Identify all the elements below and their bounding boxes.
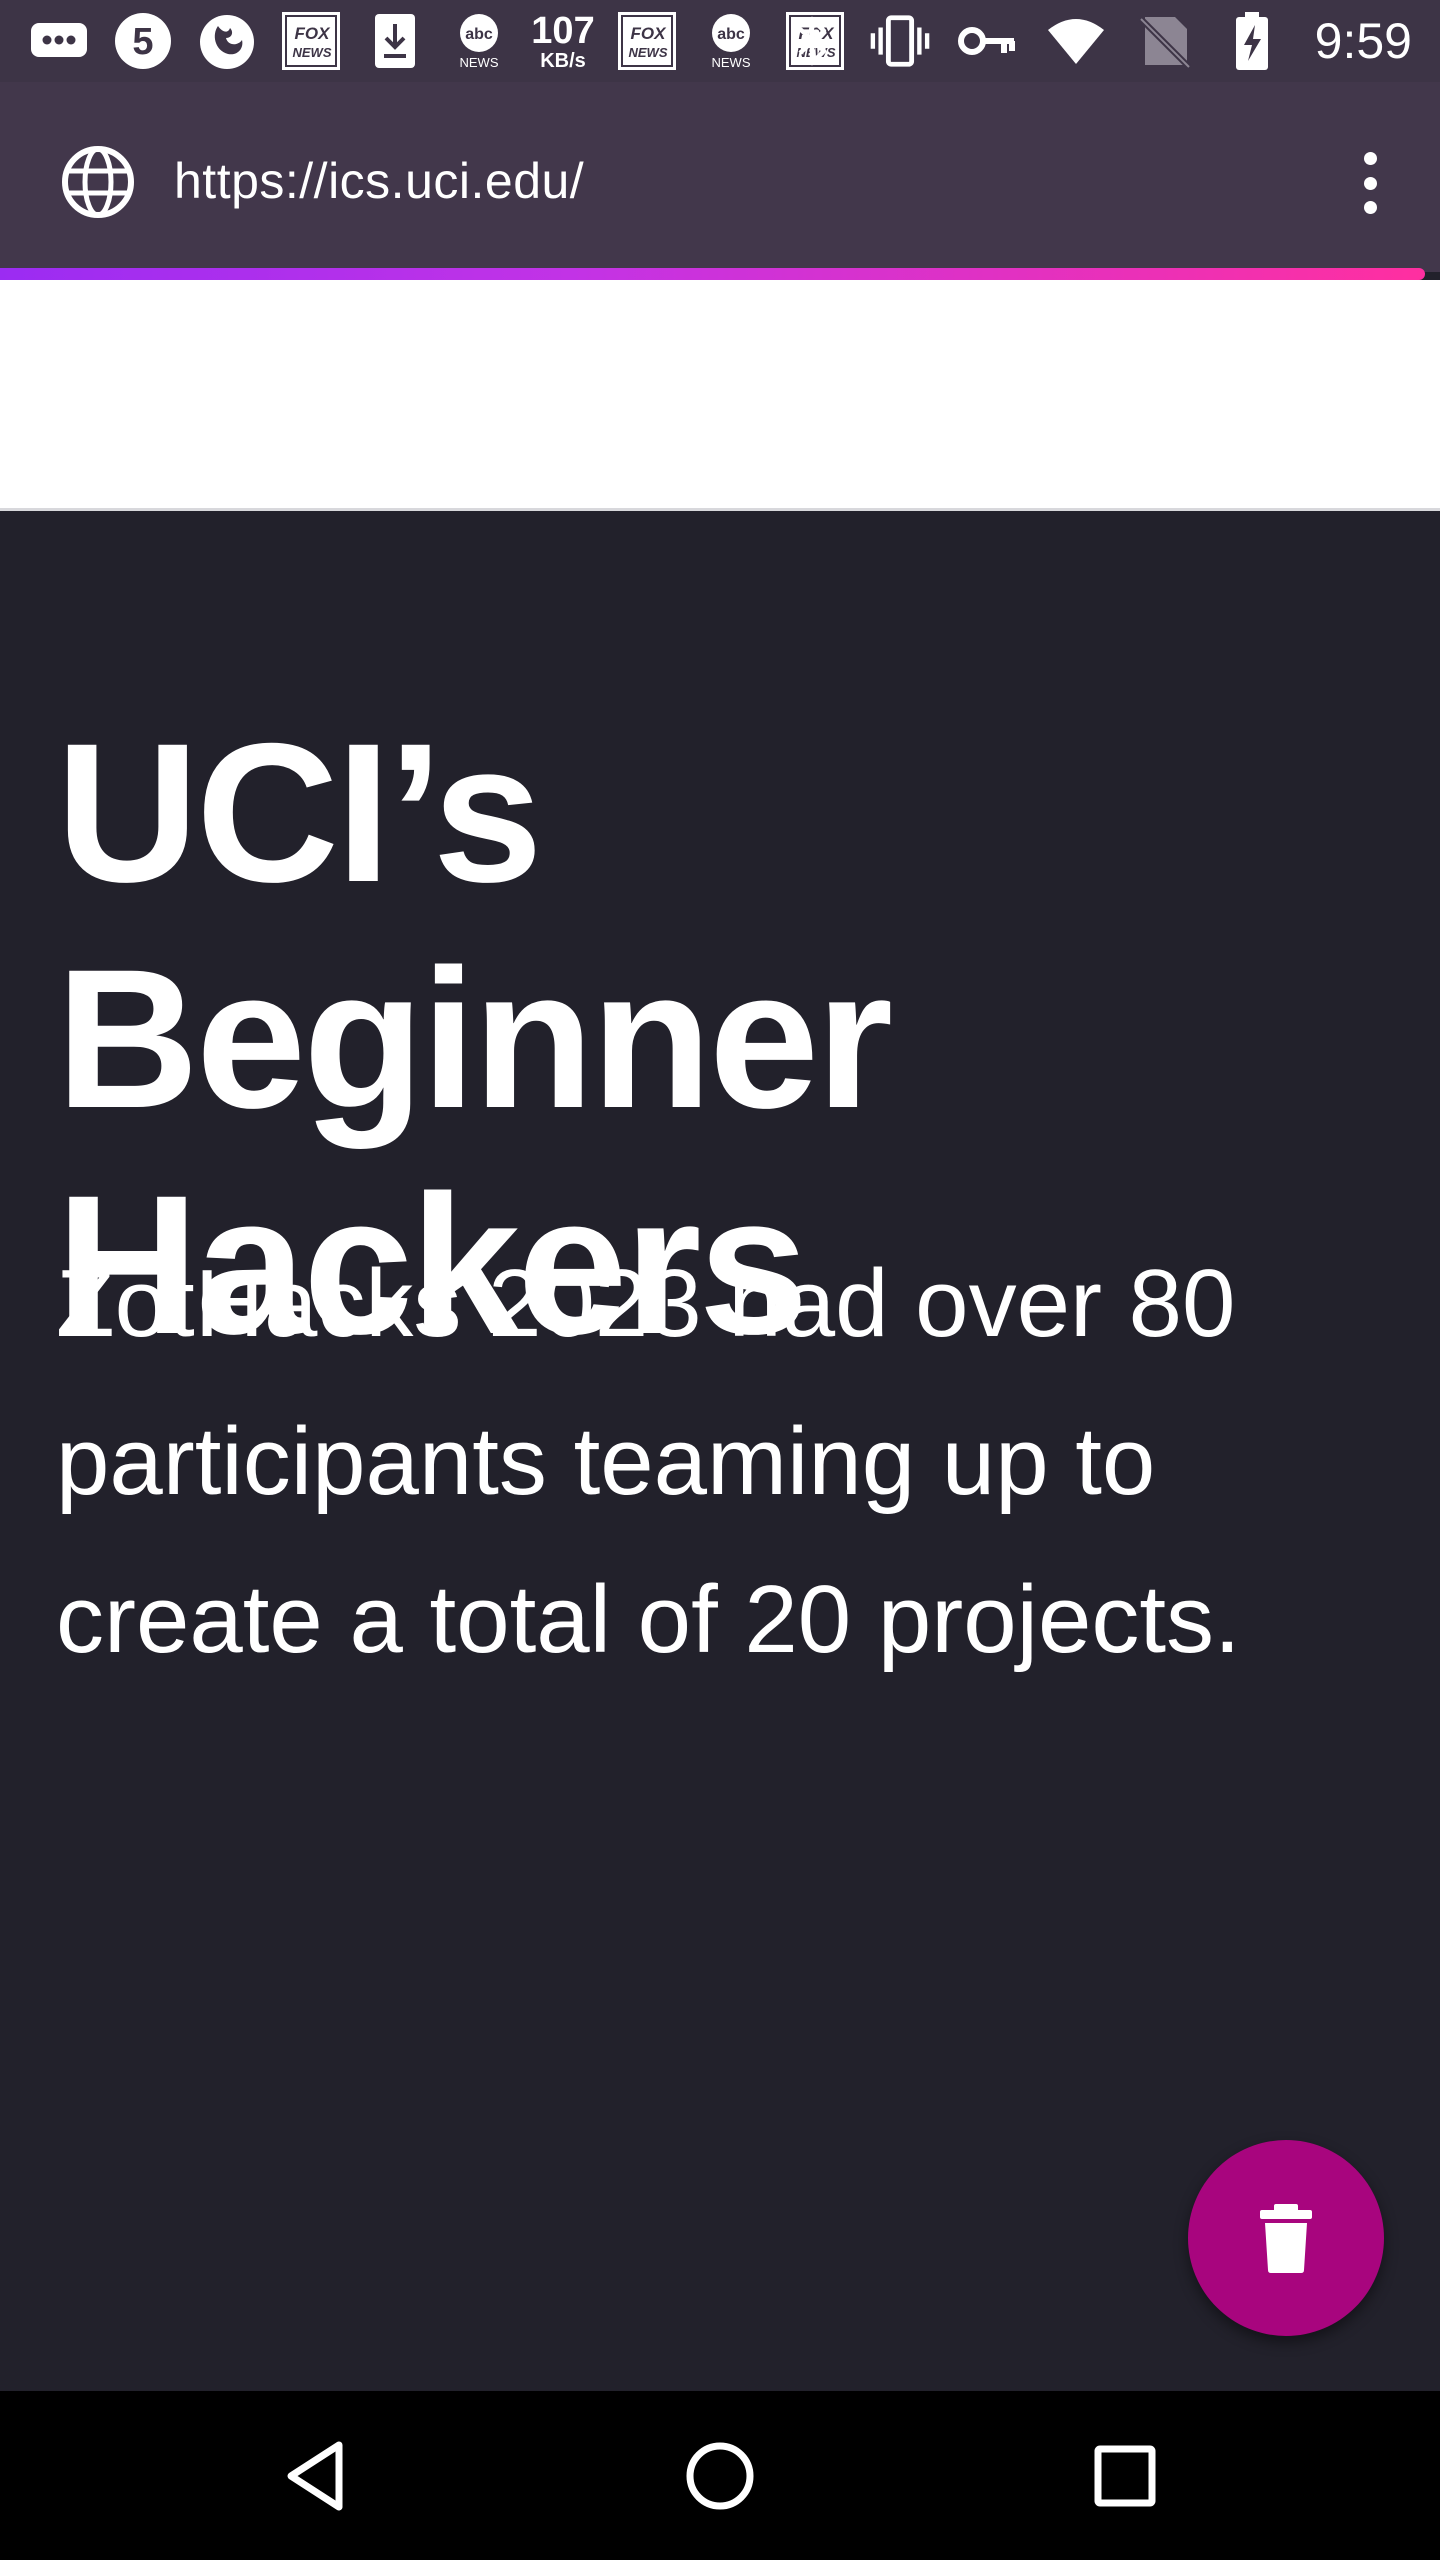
channel-number: 5 (132, 21, 153, 63)
firefox-icon (196, 10, 258, 72)
abc-news-icon: abc NEWS (700, 10, 762, 72)
trash-icon (1260, 2204, 1312, 2273)
globe-icon[interactable] (60, 144, 136, 220)
navigation-bar (0, 2391, 1440, 2560)
network-speed: 107 KB/s (531, 9, 595, 72)
recents-icon[interactable] (1080, 2431, 1170, 2521)
status-time: 9:59 (1314, 13, 1412, 69)
abc-news-icon: abc NEWS (448, 10, 510, 72)
more-vert-icon[interactable] (1340, 148, 1400, 218)
speed-value: 107 (531, 9, 595, 52)
news-label: NEWS (712, 55, 751, 70)
abc-label: abc (465, 26, 493, 43)
channel-5-icon: 5 (112, 10, 174, 72)
news-label: NEWS (460, 55, 499, 70)
fox-news-icon: FOX NEWS (616, 10, 678, 72)
news-label: NEWS (629, 45, 668, 60)
site-header (0, 280, 1440, 511)
news-label: NEWS (293, 45, 332, 60)
no-signal-icon (1133, 10, 1195, 72)
back-icon[interactable] (270, 2431, 360, 2521)
delete-fab-button[interactable] (1188, 2140, 1384, 2336)
notification-icons: 5 FOX NEWS abc NEWS 107 KB/s FOX NEWS ab… (28, 8, 846, 74)
download-icon (364, 10, 426, 72)
url-field[interactable]: https://ics.uci.edu/ (174, 152, 584, 210)
fox-label: FOX (631, 24, 668, 43)
message-dots-icon (28, 10, 90, 72)
vpn-key-icon (957, 10, 1019, 72)
abc-label: abc (717, 26, 745, 43)
wifi-icon (1045, 10, 1107, 72)
vibrate-icon (869, 10, 931, 72)
fox-news-icon: FOX NEWS (280, 10, 342, 72)
menu-dot (1363, 201, 1377, 214)
system-icons: 9:59 (781, 8, 1412, 74)
menu-dot (1363, 152, 1377, 165)
bluetooth-icon (781, 10, 843, 72)
hero-text: ZotHacks 2023 had over 80 participants t… (56, 1250, 1241, 1673)
status-bar: 5 FOX NEWS abc NEWS 107 KB/s FOX NEWS ab… (0, 0, 1440, 82)
battery-charging-icon (1221, 10, 1283, 72)
menu-dot (1363, 176, 1377, 190)
speed-unit: KB/s (540, 49, 586, 72)
page-load-progress (0, 268, 1425, 280)
fox-label: FOX (295, 24, 332, 43)
browser-toolbar: https://ics.uci.edu/ (0, 82, 1440, 280)
screen: 5 FOX NEWS abc NEWS 107 KB/s FOX NEWS ab… (0, 0, 1440, 2560)
home-icon[interactable] (675, 2431, 765, 2521)
